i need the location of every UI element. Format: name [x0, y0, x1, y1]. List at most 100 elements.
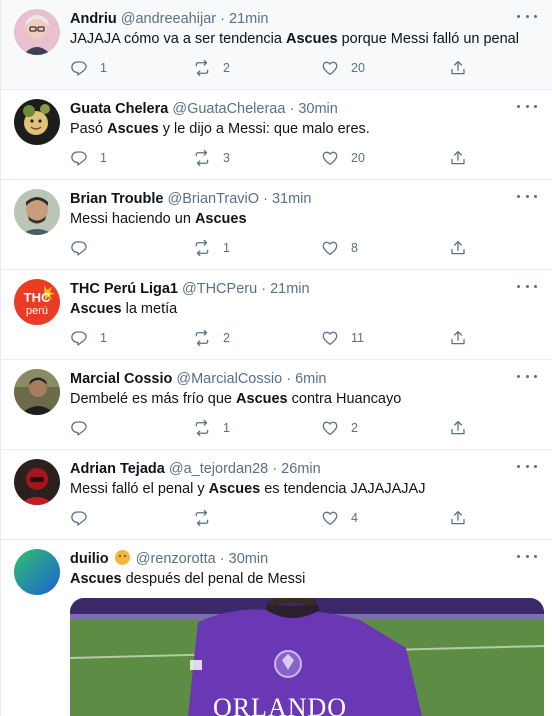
avatar[interactable]: [14, 459, 60, 505]
reply-icon: [71, 61, 87, 76]
retweet-icon: [195, 329, 209, 347]
reply-button[interactable]: [70, 237, 100, 259]
author-handle[interactable]: @a_tejordan28: [169, 461, 268, 477]
like-button[interactable]: 20: [321, 147, 365, 169]
reply-icon: [71, 421, 87, 436]
reply-button[interactable]: 1: [70, 327, 107, 349]
retweet-icon: [195, 149, 209, 167]
thc-logo-text: THC: [24, 290, 51, 305]
more-options-icon[interactable]: [517, 189, 537, 203]
tweet-text-bold[interactable]: Ascues: [107, 121, 159, 137]
author-handle[interactable]: @andreeahijar: [121, 11, 216, 27]
tweet-time[interactable]: 26min: [281, 461, 321, 477]
author-name[interactable]: Marcial Cossio: [70, 371, 172, 387]
like-count: 11: [351, 331, 364, 345]
reply-icon: [71, 331, 87, 346]
tweet-text-bold[interactable]: Ascues: [70, 301, 122, 317]
author-name[interactable]: Adrian Tejada: [70, 461, 165, 477]
tweet-time[interactable]: 21min: [270, 281, 310, 297]
author-name[interactable]: Brian Trouble: [70, 191, 163, 207]
like-button[interactable]: 4: [321, 507, 358, 529]
tweet-text-bold[interactable]: Ascues: [195, 211, 247, 227]
reply-button[interactable]: 1: [70, 147, 107, 169]
tweet-actions: 1 2: [70, 417, 490, 439]
tweet-media-image[interactable]: ORLANDO: [70, 598, 544, 716]
more-options-icon[interactable]: [517, 279, 537, 293]
avatar[interactable]: THC perú: [14, 279, 60, 325]
tweet-actions: 1 2 20: [70, 57, 490, 79]
retweet-count: 2: [223, 331, 230, 345]
like-count: 2: [351, 421, 358, 435]
tweet-text-part: Dembelé es más frío que: [70, 391, 237, 407]
like-count: 8: [351, 241, 358, 255]
retweet-button[interactable]: 1: [193, 237, 230, 259]
author-name[interactable]: Andriu: [70, 11, 117, 27]
retweet-button[interactable]: 2: [193, 57, 230, 79]
tweet[interactable]: Marcial Cossio @MarcialCossio · 6min Dem…: [1, 360, 552, 450]
avatar[interactable]: [14, 549, 60, 595]
share-button[interactable]: [449, 57, 467, 79]
tweet-text-part: la metía: [121, 301, 178, 317]
avatar[interactable]: [14, 9, 60, 55]
share-button[interactable]: [449, 507, 467, 529]
like-button[interactable]: 11: [321, 327, 364, 349]
reply-icon: [71, 511, 87, 526]
reply-count: 1: [100, 331, 107, 345]
tweet[interactable]: Andriu @andreeahijar · 21min JAJAJA cómo…: [1, 0, 552, 90]
tweet-text-bold[interactable]: Ascues: [286, 31, 338, 47]
author-handle[interactable]: @BrianTraviO: [168, 191, 260, 207]
retweet-icon: [195, 59, 209, 77]
tweet[interactable]: Guata Chelera @GuataCheleraa · 30min Pas…: [1, 90, 552, 180]
retweet-button[interactable]: 3: [193, 147, 230, 169]
more-options-icon[interactable]: [517, 549, 537, 563]
share-button[interactable]: [449, 327, 467, 349]
avatar[interactable]: [14, 369, 60, 415]
author-handle[interactable]: @MarcialCossio: [176, 371, 282, 387]
retweet-count: 3: [223, 151, 230, 165]
tweet-text-part: Messi haciendo un: [70, 211, 195, 227]
share-button[interactable]: [449, 147, 467, 169]
reply-button[interactable]: [70, 507, 100, 529]
tweet[interactable]: Brian Trouble @BrianTraviO · 31min Messi…: [1, 180, 552, 270]
retweet-button[interactable]: 2: [193, 327, 230, 349]
tweet-time[interactable]: 30min: [229, 551, 269, 567]
share-button[interactable]: [449, 417, 467, 439]
more-options-icon[interactable]: [517, 459, 537, 473]
heart-icon: [322, 421, 338, 436]
tweet-time[interactable]: 30min: [298, 101, 338, 117]
tweet-header: Adrian Tejada @a_tejordan28 · 26min: [70, 461, 321, 477]
tweet-text-part: es tendencia JAJAJAJAJ: [260, 481, 426, 497]
tweet-text-part: Messi falló el penal y: [70, 481, 209, 497]
tweet-text-bold[interactable]: Ascues: [70, 571, 122, 587]
tweet-text: JAJAJA cómo va a ser tendencia Ascues po…: [70, 30, 519, 49]
tweet[interactable]: THC perú THC Perú Liga1 @THCPeru · 21min …: [1, 270, 552, 360]
like-count: 20: [351, 61, 365, 75]
like-button[interactable]: 2: [321, 417, 358, 439]
author-name[interactable]: duilio: [70, 551, 109, 567]
avatar[interactable]: [14, 99, 60, 145]
retweet-button[interactable]: [193, 507, 223, 529]
reply-button[interactable]: [70, 417, 100, 439]
share-button[interactable]: [449, 237, 467, 259]
like-button[interactable]: 8: [321, 237, 358, 259]
reply-count: 1: [100, 151, 107, 165]
more-options-icon[interactable]: [517, 369, 537, 383]
author-name[interactable]: THC Perú Liga1: [70, 281, 178, 297]
more-options-icon[interactable]: [517, 9, 537, 23]
author-handle[interactable]: @GuataCheleraa: [172, 101, 285, 117]
tweet-time[interactable]: 21min: [229, 11, 269, 27]
tweet-text-bold[interactable]: Ascues: [236, 391, 288, 407]
like-button[interactable]: 20: [321, 57, 365, 79]
more-options-icon[interactable]: [517, 99, 537, 113]
retweet-button[interactable]: 1: [193, 417, 230, 439]
reply-button[interactable]: 1: [70, 57, 107, 79]
author-handle[interactable]: @THCPeru: [182, 281, 257, 297]
avatar[interactable]: [14, 189, 60, 235]
tweet[interactable]: Adrian Tejada @a_tejordan28 · 26min Mess…: [1, 450, 552, 540]
tweet-text-bold[interactable]: Ascues: [209, 481, 261, 497]
tweet-actions: 1 8: [70, 237, 490, 259]
author-name[interactable]: Guata Chelera: [70, 101, 168, 117]
author-handle[interactable]: @renzorotta: [136, 551, 216, 567]
tweet-time[interactable]: 31min: [272, 191, 312, 207]
tweet-time[interactable]: 6min: [295, 371, 326, 387]
